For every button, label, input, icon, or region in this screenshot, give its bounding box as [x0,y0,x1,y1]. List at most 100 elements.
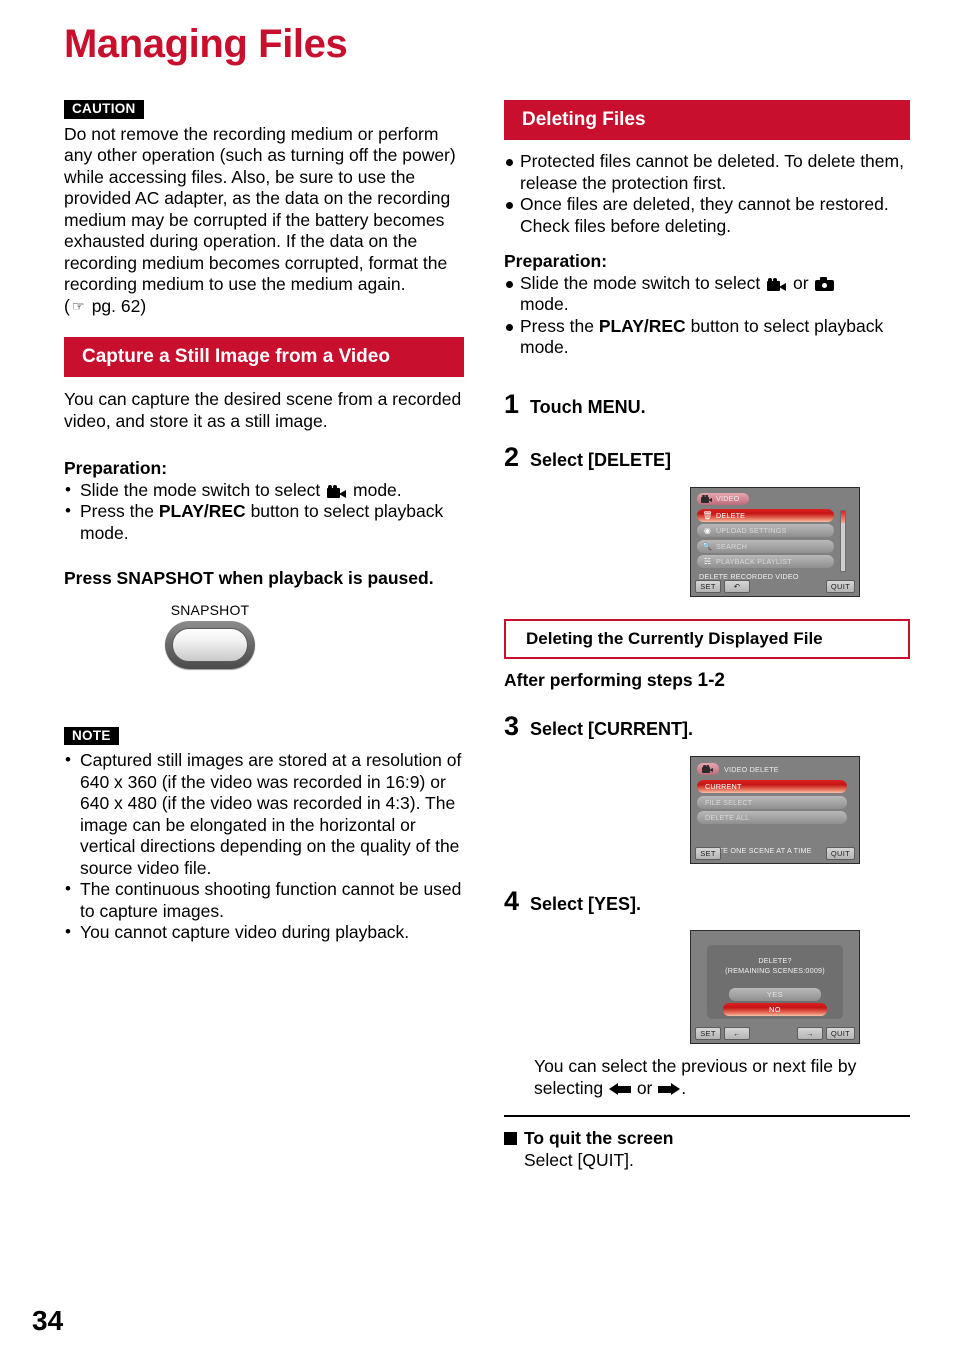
note-block: NOTE Captured still images are stored at… [64,726,464,944]
deleting-files-section: Deleting Files Protected files cannot be… [504,100,910,359]
previous-file-key[interactable]: ← [724,1027,750,1040]
after-steps-line: After performing steps 1-2 [504,670,910,692]
snapshot-instruction: Press SNAPSHOT when playback is paused. [64,568,434,588]
lcd-menu-screen: VIDEO 🗑 DELETE ◉ UPLOAD SETTINGS 🔍 SEARC… [690,486,910,597]
menu-item-upload-settings[interactable]: ◉ UPLOAD SETTINGS [697,524,834,537]
menu-item-label: PLAYBACK PLAYLIST [716,557,792,566]
quit-key[interactable]: QUIT [825,579,855,593]
step-2: 2 Select [DELETE] [504,441,910,472]
step-number: 2 [504,441,520,472]
square-bullet-icon [504,1132,517,1145]
set-key[interactable]: SET [695,847,721,860]
capture-intro-text: You can capture the desired scene from a… [64,389,462,431]
list-item: Captured still images are stored at a re… [64,749,464,879]
menu-item-playback-playlist[interactable]: ☵ PLAYBACK PLAYLIST [697,555,834,568]
snapshot-button[interactable] [165,620,255,669]
scrollbar-thumb[interactable] [841,510,845,523]
list-item: Once files are deleted, they cannot be r… [504,194,910,237]
step-label: Select [DELETE] [530,449,672,470]
menu-softkey-bar: SET ↶ QUIT [695,579,855,593]
prep-text-tail: mode. [353,479,402,500]
video-tab[interactable]: VIDEO [697,492,750,505]
subsection-block: Deleting the Currently Displayed File Af… [504,618,910,692]
page-number: 34 [32,1305,64,1336]
delete-option-label: FILE SELECT [705,797,753,807]
confirm-subtitle: (REMAINING SCENES:0009) [725,966,825,975]
confirm-yes-button[interactable]: YES [729,988,821,1001]
prep-text: Press the [520,315,594,336]
delete-option-current[interactable]: CURRENT [697,780,847,793]
page-title: Managing Files [64,22,348,66]
upload-icon: ◉ [703,526,712,535]
lcd-video-delete-header: VIDEO DELETE [697,763,853,775]
prep-text-tail: mode. [520,294,569,314]
navigation-note-or: or [636,1077,653,1098]
delete-option-delete-all[interactable]: DELETE ALL [697,811,847,824]
navigation-note: You can select the previous or next file… [534,1056,910,1099]
menu-scrollbar[interactable] [840,509,846,572]
capture-section-heading: Capture a Still Image from a Video [64,337,464,377]
photo-mode-icon [815,276,835,291]
set-key[interactable]: SET [695,1027,721,1040]
quit-key[interactable]: QUIT [825,1027,855,1040]
camcorder-icon [701,494,712,503]
step-number: 3 [504,711,520,741]
after-steps-text: After performing steps [504,669,693,690]
set-key[interactable]: SET [695,579,721,593]
list-item: Press the PLAY/REC button to select play… [64,500,464,544]
playlist-icon: ☵ [703,557,712,566]
delete-option-label: CURRENT [705,782,742,791]
caution-block: CAUTION Do not remove the recording medi… [64,100,464,317]
menu-item-label: UPLOAD SETTINGS [716,526,787,535]
step-number: 4 [504,886,520,916]
confirm-dialog: DELETE? (REMAINING SCENES:0009) YES NO [707,945,843,1019]
snapshot-button-face [172,627,248,662]
delete-option-file-select[interactable]: FILE SELECT [697,795,847,809]
softkey-spacer [753,1027,794,1040]
quit-screen-text: Select [QUIT]. [524,1149,634,1170]
trash-icon: 🗑 [702,510,713,520]
caution-text: Do not remove the recording medium or pe… [64,123,456,295]
next-file-key[interactable]: → [796,1027,823,1040]
camcorder-icon [702,765,713,773]
lcd-menu-header: VIDEO [697,492,853,505]
quit-screen-block: To quit the screen Select [QUIT]. [504,1128,910,1171]
camcorder-video-delete-display: VIDEO DELETE CURRENT FILE SELECT DELETE … [690,756,860,864]
video-delete-tab-icon [697,763,719,775]
list-item: Slide the mode switch to select or mode. [504,273,910,316]
step-3: 3 Select [CURRENT]. [504,713,910,740]
note-tag: NOTE [64,726,119,745]
confirm-softkey-bar: SET ← → QUIT [695,1027,855,1040]
left-column: CAUTION Do not remove the recording medi… [64,100,464,944]
menu-item-delete[interactable]: 🗑 DELETE [697,508,834,522]
camcorder-menu-display: VIDEO 🗑 DELETE ◉ UPLOAD SETTINGS 🔍 SEARC… [690,486,860,597]
caution-ref-text: pg. 62) [91,295,147,316]
play-rec-label: PLAY/REC [158,501,246,521]
section-divider [504,1115,910,1117]
snapshot-button-illustration: SNAPSHOT [150,602,330,669]
arrow-right-icon [658,1082,681,1096]
right-column: Deleting Files Protected files cannot be… [504,100,910,1171]
step-number: 1 [504,388,520,419]
capture-section: Capture a Still Image from a Video You c… [64,337,464,669]
step-label: Select [CURRENT]. [530,719,694,739]
confirm-title: DELETE? [758,956,792,965]
video-delete-softkey-bar: SET QUIT [695,847,855,860]
quit-key[interactable]: QUIT [825,847,855,860]
after-steps-range: 1-2 [697,669,725,691]
prep-or: or [793,272,809,293]
delete-option-label: DELETE ALL [705,813,750,822]
quit-screen-heading: To quit the screen [504,1128,910,1150]
quit-heading-text: To quit the screen [524,1128,674,1148]
subsection-heading: Deleting the Currently Displayed File [504,618,910,659]
back-key[interactable]: ↶ [724,579,750,593]
arrow-left-icon [608,1082,631,1096]
capture-preparation-label: Preparation: [64,458,168,478]
menu-item-search[interactable]: 🔍 SEARCH [697,539,834,553]
deleting-preparation-label: Preparation: [504,251,608,271]
lcd-confirm-screen: DELETE? (REMAINING SCENES:0009) YES NO S… [690,930,910,1044]
confirm-no-button[interactable]: NO [723,1003,827,1016]
step-1: 1 Touch MENU. [504,388,910,419]
step-label: Touch MENU. [530,396,646,417]
deleting-preparation-list: Slide the mode switch to select or mode.… [504,273,910,359]
